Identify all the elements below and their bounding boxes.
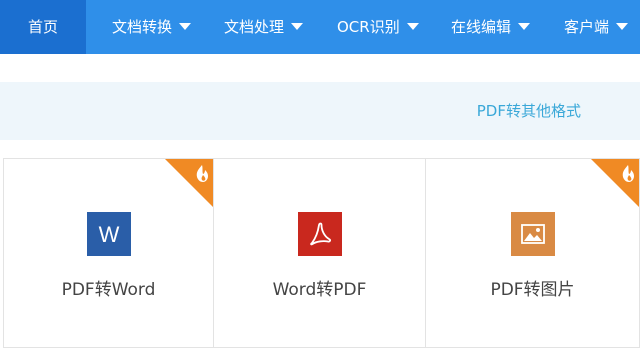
tool-card-label: PDF转图片 [490,280,575,300]
nav-item-label: OCR识别 [337,18,400,36]
nav-item-ocr[interactable]: OCR识别 [337,0,419,54]
tool-cards: W PDF转Word Word转PDF PDF转图片 [0,158,640,348]
tool-card-label: PDF转Word [61,280,156,300]
svg-text:W: W [98,222,119,247]
tool-card-label: Word转PDF [272,280,367,300]
nav-item-label: 在线编辑 [451,18,512,36]
pdf-icon [297,212,342,256]
nav-item-client[interactable]: 客户端 [564,0,629,54]
tool-card-pdf-to-image[interactable]: PDF转图片 [425,158,640,348]
nav-item-document-conversion[interactable]: 文档转换 [112,0,192,54]
word-icon: W [86,212,131,256]
hot-badge-icon [165,159,213,207]
chevron-down-icon [179,23,192,30]
nav-item-document-processing[interactable]: 文档处理 [224,0,304,54]
nav-item-label: 文档转换 [112,18,173,36]
nav-item-label: 客户端 [564,18,610,36]
chevron-down-icon [616,23,629,30]
nav-item-online-edit[interactable]: 在线编辑 [451,0,531,54]
top-navigation-bar: 首页 文档转换 文档处理 OCR识别 在线编辑 客户端 [0,0,640,54]
chevron-down-icon [291,23,304,30]
image-icon [510,212,555,256]
chevron-down-icon [406,23,419,30]
nav-item-label: 文档处理 [224,18,285,36]
tool-card-word-to-pdf[interactable]: Word转PDF [213,158,426,348]
chevron-down-icon [518,23,531,30]
hot-badge-icon [591,159,639,207]
category-bar: PDF转其他格式 [0,82,640,140]
tool-card-pdf-to-word[interactable]: W PDF转Word [3,158,214,348]
nav-item-label: 首页 [27,18,58,36]
nav-item-home[interactable]: 首页 [0,0,86,54]
category-tab-pdf-to-other[interactable]: PDF转其他格式 [477,82,581,140]
